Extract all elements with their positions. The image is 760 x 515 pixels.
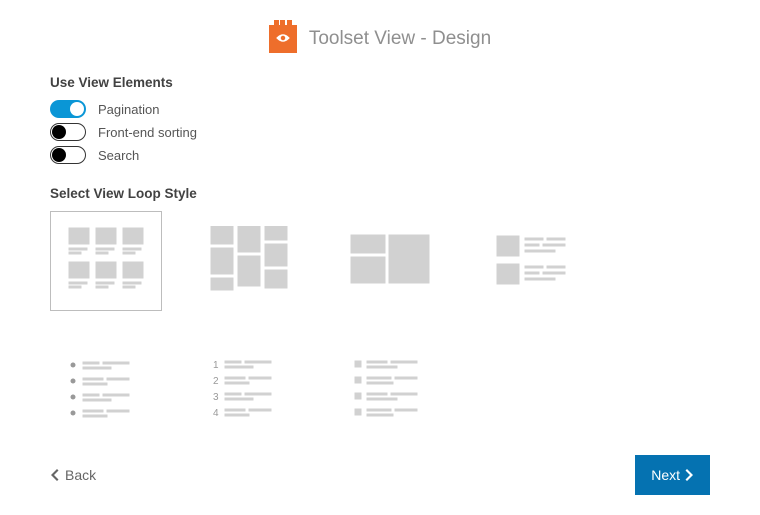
svg-text:2: 2 xyxy=(213,376,219,387)
loop-style-masonry[interactable] xyxy=(192,211,304,311)
svg-text:1: 1 xyxy=(213,360,219,371)
page-header: Toolset View - Design xyxy=(50,25,710,53)
option-front-end-sorting: Front-end sorting xyxy=(50,123,710,141)
use-view-elements-section: Use View Elements Pagination Front-end s… xyxy=(50,75,710,164)
loop-style-thumb-list[interactable] xyxy=(476,211,588,311)
loop-style-grid-captions[interactable] xyxy=(50,211,162,311)
loop-style-ordered-list[interactable]: 1 2 3 4 xyxy=(192,341,304,441)
loop-style-section: Select View Loop Style xyxy=(50,186,710,441)
bulleted-list-icon xyxy=(61,357,151,425)
collage-icon xyxy=(345,231,435,291)
back-button[interactable]: Back xyxy=(50,467,96,483)
option-label: Search xyxy=(98,148,139,163)
elements-section-title: Use View Elements xyxy=(50,75,710,90)
toggle-pagination[interactable] xyxy=(50,100,86,118)
loop-style-grid: 1 2 3 4 xyxy=(50,211,710,441)
option-label: Pagination xyxy=(98,102,159,117)
svg-text:3: 3 xyxy=(213,392,219,403)
back-label: Back xyxy=(65,467,96,483)
loop-style-text-rows[interactable] xyxy=(334,341,446,441)
grid-captions-icon xyxy=(61,222,151,300)
thumb-list-icon xyxy=(487,232,577,290)
chevron-left-icon xyxy=(50,469,60,481)
wizard-footer: Back Next xyxy=(50,455,710,495)
option-pagination: Pagination xyxy=(50,100,710,118)
chevron-right-icon xyxy=(684,469,694,481)
toolset-logo-icon xyxy=(269,25,297,53)
toggle-front-end-sorting[interactable] xyxy=(50,123,86,141)
page-title: Toolset View - Design xyxy=(309,28,491,50)
next-label: Next xyxy=(651,467,680,483)
loop-section-title: Select View Loop Style xyxy=(50,186,710,201)
ordered-list-icon: 1 2 3 4 xyxy=(203,357,293,425)
masonry-icon xyxy=(203,226,293,296)
text-rows-icon xyxy=(345,357,435,425)
svg-text:4: 4 xyxy=(213,408,219,419)
next-button[interactable]: Next xyxy=(635,455,710,495)
loop-style-collage[interactable] xyxy=(334,211,446,311)
option-label: Front-end sorting xyxy=(98,125,197,140)
option-search: Search xyxy=(50,146,710,164)
loop-style-bulleted-list[interactable] xyxy=(50,341,162,441)
toggle-search[interactable] xyxy=(50,146,86,164)
